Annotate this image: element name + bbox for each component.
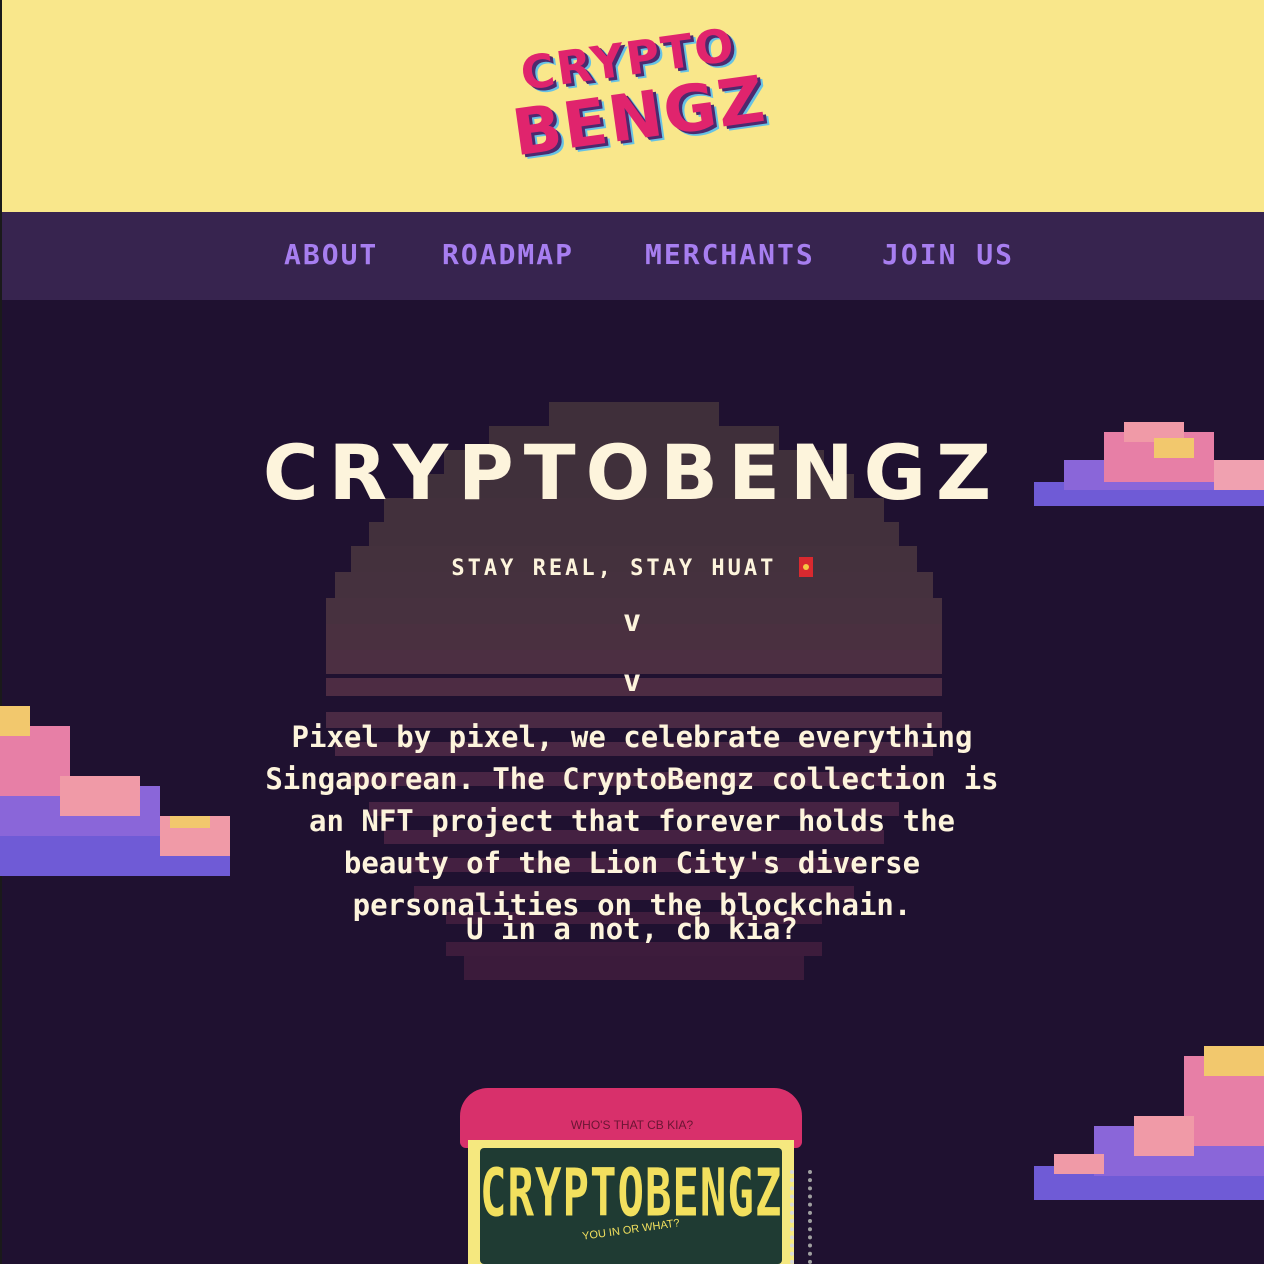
hero-tagline: STAY REAL, STAY HUAT [0, 556, 1264, 581]
cloud-bottom-right [1034, 1036, 1264, 1202]
tagline-text: STAY REAL, STAY HUAT [451, 556, 777, 581]
pager-top-text: WHO'S THAT CB KIA? [570, 1118, 694, 1132]
site-logo[interactable]: CRYPTO BENGZ [502, 10, 772, 171]
chevron-down-icon: v [622, 604, 642, 639]
cloud-left [0, 706, 236, 876]
chevron-down-icon: v [622, 664, 642, 699]
pager-product-image: WHO'S THAT CB KIA? CRYPTOBENGZ YOU IN OR… [460, 1080, 812, 1264]
hero-title: CRYPTOBENGZ [262, 428, 1002, 517]
nav-item-merchants[interactable]: MERCHANTS [645, 238, 815, 271]
nav-item-join-us[interactable]: JOIN US [882, 238, 1014, 271]
main-nav: ABOUT ROADMAP MERCHANTS JOIN US [2, 212, 1264, 300]
hero-question: U in a not, cb kia? [466, 912, 798, 946]
nav-item-about[interactable]: ABOUT [284, 238, 378, 271]
red-packet-icon [798, 557, 813, 577]
chain-icon [790, 1170, 812, 1264]
nav-item-roadmap[interactable]: ROADMAP [442, 238, 574, 271]
site-header: CRYPTO BENGZ [2, 0, 1264, 212]
hero-description: Pixel by pixel, we celebrate everything … [265, 720, 999, 922]
